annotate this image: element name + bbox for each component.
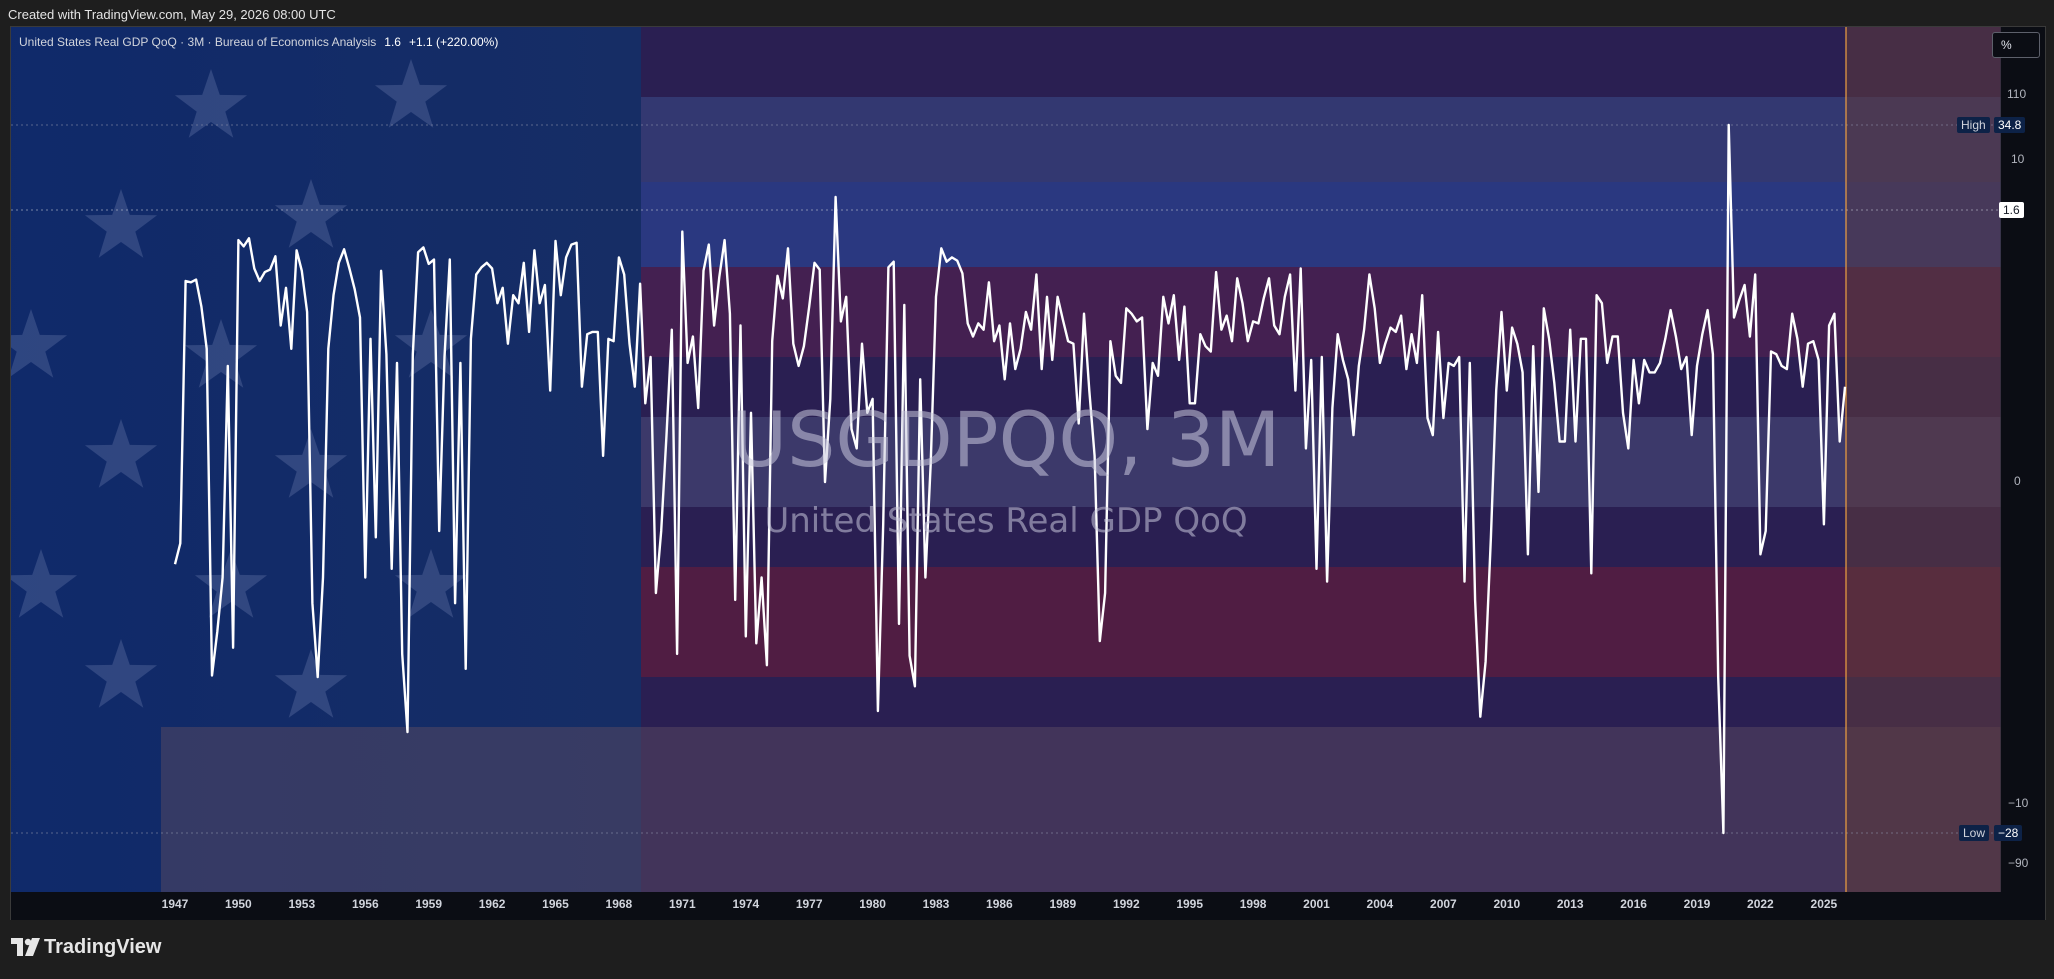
- price-tick: 110: [2007, 87, 2027, 101]
- last-value-tag: 1.6: [1999, 202, 2024, 218]
- time-tick-label: 2010: [1493, 897, 1521, 911]
- time-tick-label: 1992: [1112, 897, 1140, 911]
- watermark-symbol: USGDPQQ, 3M: [731, 395, 1281, 484]
- time-tick-label: 1950: [225, 897, 252, 911]
- price-tick: −10: [2008, 796, 2029, 810]
- time-tick-label: 2016: [1620, 897, 1647, 911]
- time-tick-label: 1977: [795, 897, 823, 911]
- tradingview-brand: TradingView: [44, 936, 162, 958]
- legend-last-value: 1.6: [384, 35, 401, 49]
- time-tick-label: 2004: [1366, 897, 1394, 911]
- low-value-tag: −28: [1994, 825, 2023, 841]
- time-tick-label: 1953: [288, 897, 316, 911]
- time-tick-label: 1971: [668, 897, 696, 911]
- legend-change: +1.1 (+220.00%): [408, 35, 499, 49]
- watermark-description: United States Real GDP QoQ: [764, 501, 1248, 541]
- series-legend[interactable]: United States Real GDP QoQ · 3M · Bureau…: [19, 35, 498, 49]
- time-tick-label: 1986: [986, 897, 1013, 911]
- time-tick-label: 1995: [1176, 897, 1204, 911]
- time-tick-label: 1983: [922, 897, 950, 911]
- tradingview-logo-icon: [11, 938, 40, 956]
- time-tick-label: 1968: [605, 897, 633, 911]
- time-tick-label: 2001: [1303, 897, 1330, 911]
- time-tick-label: 1989: [1049, 897, 1077, 911]
- chart-pane[interactable]: USGDPQQ, 3M United States Real GDP QoQ U…: [10, 26, 2046, 921]
- time-tick-label: 1959: [415, 897, 443, 911]
- percent-scale-button[interactable]: %: [1992, 32, 2040, 58]
- time-tick-label: 1980: [859, 897, 886, 911]
- created-with-text: Created with TradingView.com, May 29, 20…: [8, 7, 336, 22]
- time-tick-label: 1998: [1239, 897, 1267, 911]
- price-tick: 0: [2014, 474, 2021, 488]
- legend-title[interactable]: United States Real GDP QoQ · 3M · Bureau…: [19, 35, 376, 49]
- high-label-tag: High: [1957, 117, 1990, 133]
- time-tick-label: 1956: [351, 897, 379, 911]
- time-tick-label: 1974: [732, 897, 760, 911]
- time-tick-label: 2019: [1683, 897, 1711, 911]
- price-tick: −90: [2008, 856, 2029, 870]
- low-label-tag: Low: [1959, 825, 1990, 841]
- footer: TradingView: [0, 920, 2054, 979]
- high-value-tag: 34.8: [1994, 117, 2026, 133]
- time-tick-label: 2007: [1430, 897, 1457, 911]
- price-tick: 10: [2011, 152, 2025, 166]
- time-tick-label: 2013: [1556, 897, 1584, 911]
- top-bar: Created with TradingView.com, May 29, 20…: [0, 0, 2054, 27]
- time-tick-label: 1965: [542, 897, 569, 911]
- time-tick-label: 2025: [1810, 897, 1838, 911]
- time-tick-label: 1947: [161, 897, 189, 911]
- time-tick-label: 1962: [478, 897, 506, 911]
- time-tick-label: 2022: [1747, 897, 1774, 911]
